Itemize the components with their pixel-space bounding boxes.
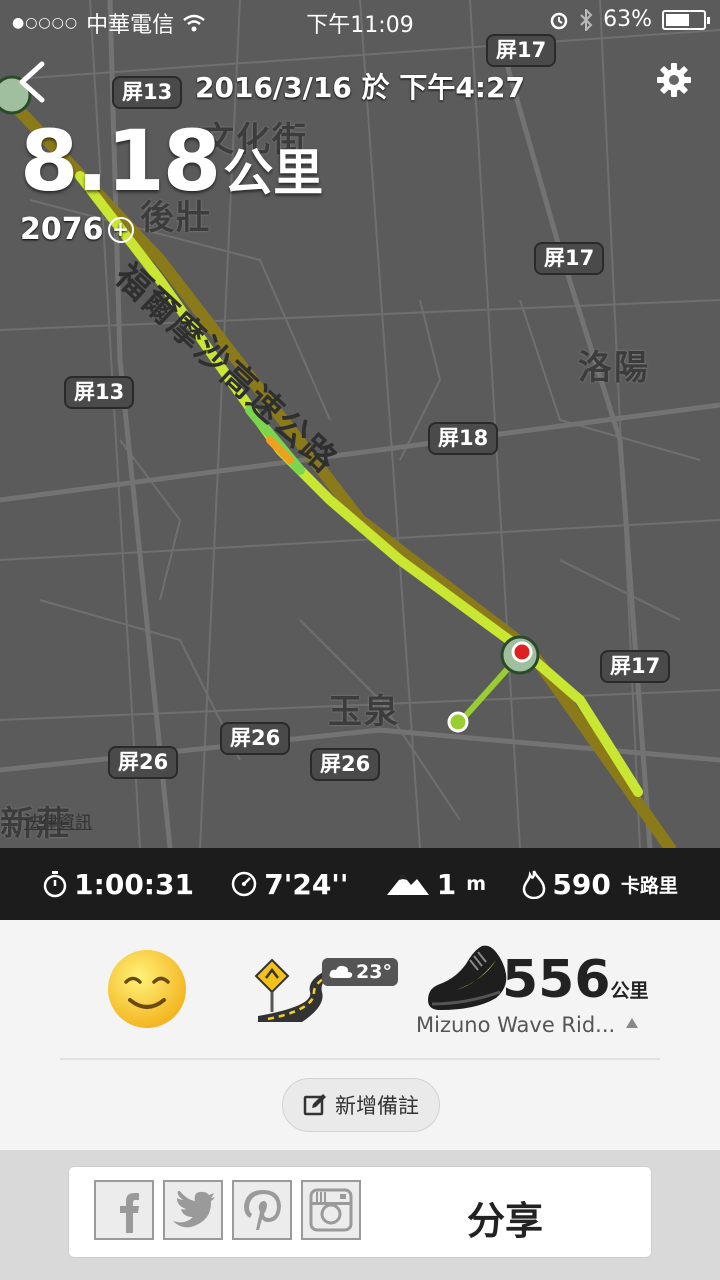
elevation-value: 1 — [436, 867, 457, 901]
stopwatch-icon — [43, 871, 67, 898]
bluetooth-icon — [580, 8, 593, 31]
weather-badge: 23° — [322, 958, 398, 986]
nikefuel[interactable]: 2076 + — [20, 212, 134, 247]
distance-unit: 公里 — [223, 144, 324, 202]
pinterest-share-button[interactable] — [232, 1180, 292, 1240]
calories-value: 590 — [552, 867, 611, 901]
divider — [60, 1058, 660, 1060]
road-shield: 屏26 — [108, 746, 179, 779]
road-shield: 屏18 — [428, 422, 499, 455]
gear-icon — [657, 63, 691, 97]
smiley-icon — [108, 950, 186, 1028]
calories-stat: 590 卡路里 — [522, 867, 678, 901]
place-label: 洛陽 — [578, 348, 650, 388]
battery-percent: 63% — [603, 7, 652, 32]
road-shield: 屏26 — [310, 748, 381, 781]
shoe-distance: 556公里 — [502, 950, 649, 1010]
temperature-value: 23° — [356, 961, 392, 983]
twitter-share-button[interactable] — [163, 1180, 223, 1240]
road-shield: 屏17 — [600, 650, 671, 683]
shoe-icon — [428, 945, 507, 1010]
nikefuel-value: 2076 — [20, 212, 104, 247]
run-date: 2016/3/16 於 下午4:27 — [195, 71, 525, 104]
calories-unit: 卡路里 — [620, 874, 678, 897]
elevation-unit: m — [466, 873, 487, 895]
route-start-marker — [447, 711, 469, 733]
shoe-distance-value: 556 — [502, 950, 611, 1010]
stats-bar: 1:00:31 7'24'' 1m 590 卡路里 — [0, 848, 720, 920]
instagram-icon — [309, 1188, 353, 1232]
battery-icon — [662, 9, 710, 30]
twitter-icon — [173, 1191, 215, 1228]
add-note-label: 新增備註 — [335, 1094, 419, 1118]
instagram-share-button[interactable] — [301, 1180, 361, 1240]
plus-icon: + — [107, 216, 134, 243]
shoe-distance-unit: 公里 — [610, 980, 649, 1002]
pace-value: 7'24'' — [264, 867, 349, 901]
pace-stat: 7'24'' — [230, 868, 348, 901]
elevation-stat: 1m — [385, 868, 486, 901]
status-bar: ●○○○○ 中華電信 下午11:09 63% — [0, 0, 720, 40]
shoe-button[interactable] — [426, 940, 510, 1016]
road-shield: 屏17 — [534, 242, 605, 275]
cloud-icon — [329, 965, 353, 978]
route-end-marker — [511, 641, 533, 663]
mountain-icon — [386, 875, 429, 895]
caret-icon — [626, 1018, 638, 1028]
road-shield: 屏13 — [64, 376, 135, 409]
alarm-icon — [550, 12, 568, 29]
facebook-icon — [120, 1193, 139, 1233]
pinterest-icon — [244, 1190, 281, 1230]
add-note-button[interactable]: 新增備註 — [282, 1078, 440, 1132]
share-button[interactable]: 分享 — [440, 1190, 570, 1245]
distance-value: 8.18 — [20, 112, 221, 210]
legal-link[interactable]: 法律資訊 — [24, 808, 92, 833]
speedometer-icon — [232, 871, 257, 897]
duration-stat: 1:00:31 — [42, 868, 194, 901]
mood-button[interactable] — [106, 948, 188, 1034]
duration-value: 1:00:31 — [74, 867, 194, 901]
road-shield: 屏26 — [220, 722, 291, 755]
place-label: 玉泉 — [328, 692, 400, 732]
run-distance: 8.18公里 — [20, 112, 323, 210]
shoe-name[interactable]: Mizuno Wave Rid... — [416, 1013, 615, 1037]
settings-button[interactable] — [656, 62, 692, 98]
flame-icon — [523, 870, 546, 899]
edit-icon — [303, 1094, 326, 1116]
facebook-share-button[interactable] — [94, 1180, 154, 1240]
